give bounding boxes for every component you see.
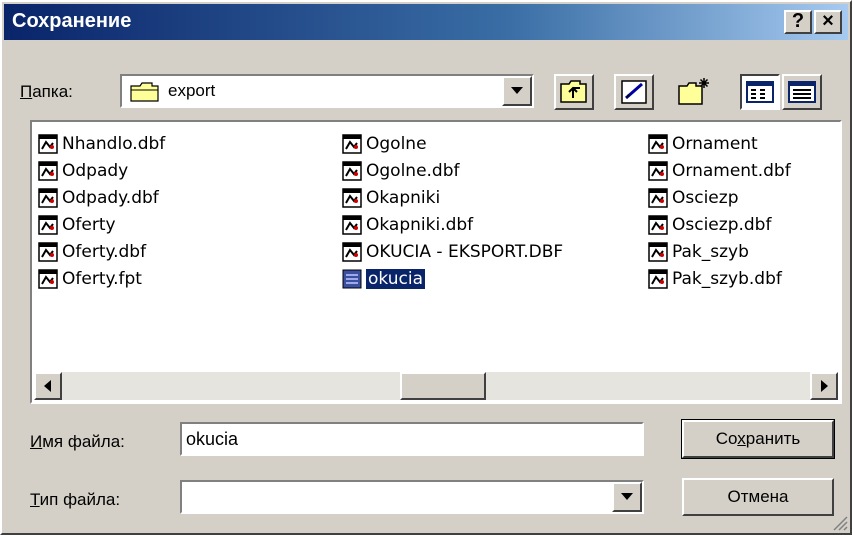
file-name: Oferty.fpt (62, 268, 142, 289)
filename-value: okucia (186, 429, 239, 449)
folder-combo[interactable]: export (120, 74, 534, 108)
up-one-level-button[interactable] (554, 74, 594, 110)
folder-label: Папка: (20, 82, 73, 101)
arrow-right-icon (821, 380, 828, 392)
file-icon (342, 241, 362, 262)
file-item[interactable]: Ogolne (342, 130, 427, 157)
file-item[interactable]: Oferty (38, 211, 116, 238)
file-icon (342, 269, 362, 288)
file-item[interactable]: okucia (342, 265, 426, 292)
file-icon (648, 187, 668, 208)
title-bar[interactable]: Сохранение ? × (4, 4, 848, 40)
cancel-button[interactable]: Отмена (682, 478, 834, 516)
file-name: Ornament (672, 133, 758, 154)
scroll-thumb[interactable] (400, 372, 486, 400)
file-name: Odpady.dbf (62, 187, 159, 208)
file-name: Ogolne (366, 133, 427, 154)
file-icon (342, 214, 362, 235)
file-item[interactable]: OKUCIA - EKSPORT.DBF (342, 238, 563, 265)
file-icon (38, 214, 58, 235)
new-folder-icon (678, 78, 709, 105)
file-item[interactable]: Ogolne.dbf (342, 157, 460, 184)
file-name: Osciezp (672, 187, 739, 208)
file-name: Pak_szyb.dbf (672, 268, 782, 289)
file-name: Ogolne.dbf (366, 160, 460, 181)
file-item[interactable]: Ornament (648, 130, 758, 157)
filetype-select[interactable] (180, 480, 644, 514)
file-name: OKUCIA - EKSPORT.DBF (366, 241, 564, 262)
file-item[interactable]: Oferty.dbf (38, 238, 146, 265)
folder-value: export (168, 81, 216, 100)
scroll-right-button[interactable] (810, 372, 838, 400)
file-icon (342, 133, 362, 154)
details-view-button[interactable] (782, 74, 822, 110)
file-item[interactable]: Odpady.dbf (38, 184, 159, 211)
filetype-label: Тип файла: (30, 490, 121, 509)
filetype-dropdown-button[interactable] (612, 482, 642, 512)
new-folder-button[interactable] (674, 74, 714, 110)
horizontal-scrollbar[interactable] (34, 372, 838, 400)
file-list[interactable]: Nhandlo.dbf Odpady Odpady.dbf Oferty Oferty.… (30, 120, 842, 404)
desktop-button[interactable] (614, 74, 654, 110)
file-name: Osciezp.dbf (672, 214, 772, 235)
file-item[interactable]: Pak_szyb.dbf (648, 265, 782, 292)
file-item[interactable]: Pak_szyb (648, 238, 749, 265)
file-item[interactable]: Nhandlo.dbf (38, 130, 165, 157)
file-icon (342, 160, 362, 181)
filename-input[interactable]: okucia (180, 422, 644, 456)
file-name: Oferty.dbf (62, 241, 147, 262)
help-button[interactable]: ? (784, 10, 812, 34)
file-icon (38, 268, 58, 289)
file-item[interactable]: Osciezp (648, 184, 738, 211)
file-name: Oferty (62, 214, 116, 235)
file-icon (648, 160, 668, 181)
file-item[interactable]: Odpady (38, 157, 128, 184)
file-icon (38, 241, 58, 262)
file-icon (648, 133, 668, 154)
file-name: Okapniki.dbf (366, 214, 474, 235)
folder-icon (130, 82, 159, 102)
folder-dropdown-button[interactable] (502, 76, 532, 106)
desktop-icon (621, 80, 647, 104)
chevron-down-icon (621, 493, 633, 500)
file-icon (648, 268, 668, 289)
save-dialog: Сохранение ? × Папка: export Nhandlo.dbf… (0, 0, 852, 535)
dialog-title: Сохранение (12, 10, 132, 32)
file-icon (648, 214, 668, 235)
file-item[interactable]: Oferty.fpt (38, 265, 142, 292)
file-icon (38, 187, 58, 208)
list-view-button[interactable] (740, 74, 780, 110)
chevron-down-icon (511, 87, 523, 94)
file-item[interactable]: Ornament.dbf (648, 157, 791, 184)
file-name: Odpady (62, 160, 129, 181)
up-one-level-icon (560, 80, 587, 103)
file-icon (38, 133, 58, 154)
file-name: Okapniki (366, 187, 441, 208)
list-view-icon (746, 81, 774, 103)
close-button[interactable]: × (814, 10, 842, 34)
file-item[interactable]: Okapniki.dbf (342, 211, 473, 238)
file-icon (38, 160, 58, 181)
filename-label: Имя файла: (30, 432, 125, 451)
arrow-left-icon (44, 380, 51, 392)
file-icon (648, 241, 668, 262)
details-view-icon (788, 81, 816, 103)
save-button[interactable]: Сохранить (681, 419, 835, 459)
file-item[interactable]: Okapniki (342, 184, 440, 211)
file-name: Nhandlo.dbf (62, 133, 166, 154)
file-icon (342, 187, 362, 208)
file-name: okucia (365, 267, 426, 290)
file-name: Ornament.dbf (672, 160, 791, 181)
file-name: Pak_szyb (672, 241, 749, 262)
resize-grip-icon[interactable] (830, 513, 848, 531)
scroll-left-button[interactable] (34, 372, 62, 400)
file-item[interactable]: Osciezp.dbf (648, 211, 771, 238)
